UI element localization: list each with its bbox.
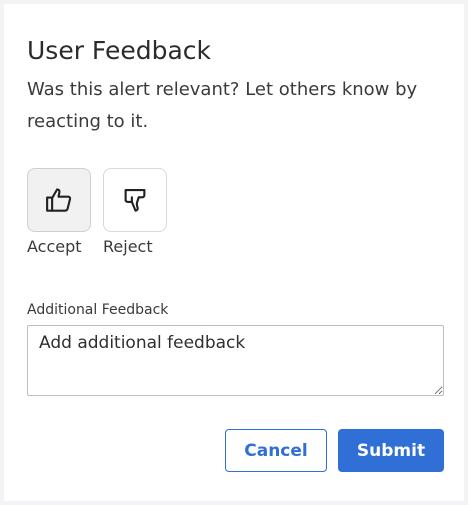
thumbs-up-icon <box>46 188 72 212</box>
additional-feedback-input[interactable] <box>27 325 444 396</box>
dialog-description: Was this alert relevant? Let others know… <box>27 79 418 132</box>
accept-label: Accept <box>27 237 82 256</box>
reject-reaction-button[interactable] <box>103 168 167 232</box>
reject-label: Reject <box>103 237 153 256</box>
accept-reaction-button[interactable] <box>27 168 91 232</box>
thumbs-down-icon <box>124 188 146 212</box>
feedback-dialog: User Feedback Was this alert relevant? L… <box>4 4 464 501</box>
dialog-title: User Feedback <box>27 36 211 65</box>
additional-feedback-label: Additional Feedback <box>27 302 169 318</box>
submit-button[interactable]: Submit <box>338 429 444 472</box>
cancel-button[interactable]: Cancel <box>225 429 327 472</box>
